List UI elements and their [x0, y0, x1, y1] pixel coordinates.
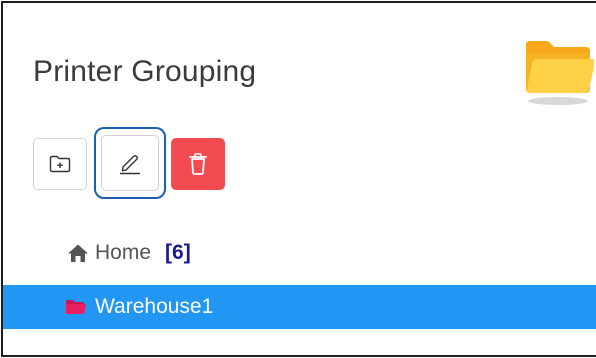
folder-plus-icon — [49, 155, 71, 173]
window-frame: Printer Grouping Home [6] Warehouse1 — [1, 1, 596, 357]
tree-item-warehouse1[interactable]: Warehouse1 — [3, 285, 596, 329]
add-folder-button[interactable] — [33, 138, 87, 190]
printer-count-badge: [6] — [165, 241, 191, 264]
pencil-icon — [117, 150, 143, 176]
edit-button-face — [101, 135, 159, 191]
trash-icon — [188, 152, 208, 176]
delete-button[interactable] — [171, 138, 225, 190]
page-title: Printer Grouping — [33, 55, 257, 88]
tree-item-label: Home — [95, 241, 152, 264]
edit-button[interactable] — [94, 127, 166, 199]
folder-icon — [65, 299, 87, 315]
home-icon — [67, 243, 89, 263]
tree-item-label: Warehouse1 — [95, 295, 214, 318]
folder-illustration-icon — [522, 35, 596, 111]
tree-item-home[interactable]: Home [6] — [3, 229, 596, 277]
